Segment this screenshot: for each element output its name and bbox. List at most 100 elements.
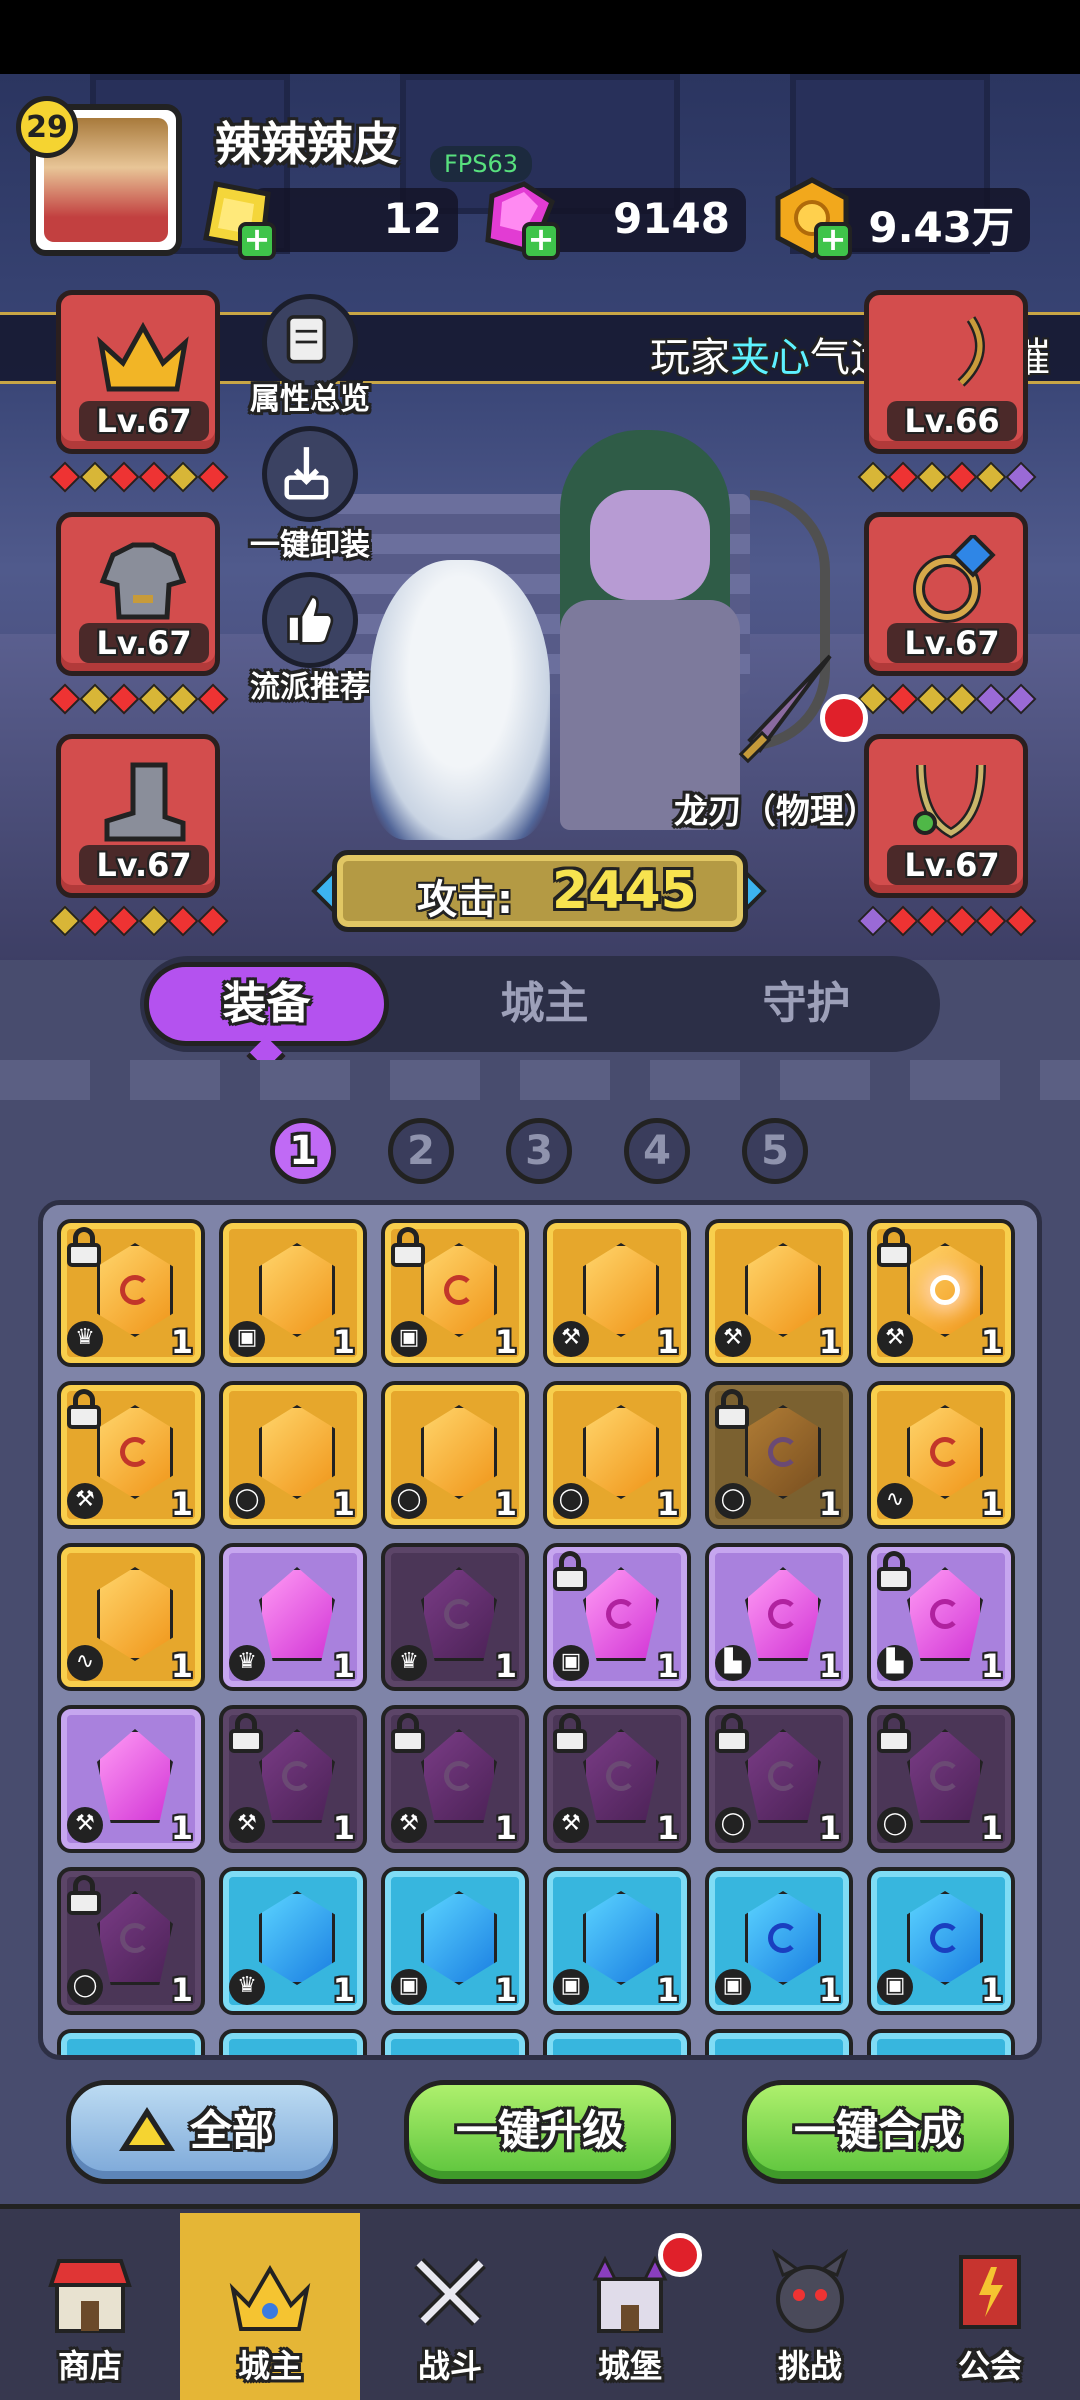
gem-cell[interactable]: ◯ 1 (705, 1381, 853, 1529)
star-dot (108, 461, 140, 493)
gem-cell[interactable]: ▣ 1 (381, 1867, 529, 2015)
gem-cell[interactable]: ⚒ 1 (705, 1219, 853, 1367)
gem-cell[interactable]: ⚒ 1 (543, 1219, 691, 1367)
star-dot (975, 461, 1007, 493)
filter-all-button[interactable]: 全部 (66, 2080, 338, 2184)
gem-cell[interactable] (381, 2029, 529, 2055)
gem-cell[interactable]: ⚒ 1 (57, 1381, 205, 1529)
page-1[interactable]: 1 (270, 1118, 336, 1184)
nav-lord[interactable]: 城主 (180, 2213, 360, 2400)
equip-slot-weapon[interactable]: Lv.66 (864, 290, 1028, 454)
gem-cell[interactable]: ⚒ 1 (381, 1705, 529, 1853)
tab-equipment[interactable]: 装备 (144, 962, 389, 1046)
nav-castle[interactable]: 城堡 (540, 2213, 720, 2400)
gem-icon (745, 1405, 821, 1499)
one-click-upgrade-button[interactable]: 一键升级 (404, 2080, 676, 2184)
gem-cell[interactable]: ♛ 1 (381, 1543, 529, 1691)
gem-cell[interactable]: ◯ 1 (705, 1705, 853, 1853)
gem-cell[interactable]: ▙ 1 (867, 1543, 1015, 1691)
gem-count: 1 (980, 1323, 1003, 1361)
slot-type-icon: ▣ (391, 1969, 427, 2005)
star-dot (916, 461, 948, 493)
gem-cell[interactable]: ⚒ 1 (219, 1705, 367, 1853)
add-coin-button[interactable]: + (814, 222, 852, 260)
gem-cell[interactable]: ♛ 1 (219, 1867, 367, 2015)
page-4[interactable]: 4 (624, 1118, 690, 1184)
gem-icon (907, 1405, 983, 1499)
gem-rune-icon (120, 1923, 150, 1953)
nav-battle[interactable]: 战斗 (360, 2213, 540, 2400)
gem-cell[interactable] (867, 2029, 1015, 2055)
gem-icon (421, 1729, 497, 1823)
gem-cell[interactable]: ◯ 1 (867, 1705, 1015, 1853)
nav-guild[interactable]: 公会 (900, 2213, 1080, 2400)
gem-cell[interactable]: ∿ 1 (57, 1543, 205, 1691)
gem-cell[interactable] (543, 2029, 691, 2055)
equip-slot-necklace[interactable]: Lv.67 (864, 734, 1028, 898)
gem-cell[interactable]: ▣ 1 (543, 1543, 691, 1691)
gem-cell[interactable]: ♛ 1 (219, 1543, 367, 1691)
gem-cell[interactable] (219, 2029, 367, 2055)
gem-cell[interactable]: ▣ 1 (381, 1219, 529, 1367)
tab-lord[interactable]: 城主 (422, 962, 667, 1046)
slot-stars (49, 461, 229, 493)
build-recommend-label: 流派推荐 (250, 670, 370, 705)
necklace-icon (913, 764, 986, 839)
equip-slot-armor[interactable]: Lv.67 (56, 512, 220, 676)
attack-label: 攻击: (417, 877, 513, 923)
add-ticket-button[interactable]: + (238, 222, 276, 260)
slot-type-icon: ⚒ (67, 1807, 103, 1843)
equip-slot-crown[interactable]: Lv.67 (56, 290, 220, 454)
star-dot (49, 683, 81, 715)
gem-cell[interactable]: ▣ 1 (219, 1219, 367, 1367)
one-click-merge-button[interactable]: 一键合成 (742, 2080, 1014, 2184)
star-dot (167, 461, 199, 493)
gem-count: 1 (494, 1647, 517, 1685)
slot-type-icon: ▣ (877, 1969, 913, 2005)
gem-count: 1 (332, 1485, 355, 1523)
gem-cell[interactable]: ◯ 1 (543, 1381, 691, 1529)
gem-count: 1 (332, 1971, 355, 2009)
gem-icon (907, 1567, 983, 1661)
equip-slot-ring[interactable]: Lv.67 (864, 512, 1028, 676)
tab-guard[interactable]: 守护 (684, 962, 929, 1046)
equip-slot-boots[interactable]: Lv.67 (56, 734, 220, 898)
gold-ticket-value: 12 (383, 194, 442, 243)
page-5[interactable]: 5 (742, 1118, 808, 1184)
gem-cell[interactable]: ⚒ 1 (867, 1219, 1015, 1367)
gem-cell[interactable] (705, 2029, 853, 2055)
gem-cell[interactable]: ◯ 1 (219, 1381, 367, 1529)
nav-challenge[interactable]: 挑战 (720, 2213, 900, 2400)
gem-cell[interactable]: ∿ 1 (867, 1381, 1015, 1529)
scroll-icon (286, 315, 327, 364)
slot-level: Lv.67 (79, 845, 209, 885)
gem-icon (745, 1729, 821, 1823)
download-icon (284, 447, 329, 500)
gem-cell[interactable]: ▣ 1 (705, 1867, 853, 2015)
gem-count: 1 (656, 1971, 679, 2009)
slot-type-icon: ⚒ (715, 1321, 751, 1357)
gem-cell[interactable]: ▣ 1 (543, 1867, 691, 2015)
gem-count: 1 (494, 1971, 517, 2009)
gem-count: 1 (332, 1647, 355, 1685)
tab-bar: 装备 城主 守护 (140, 956, 940, 1052)
gold-ticket-counter: 12 (250, 188, 458, 252)
nav-shop[interactable]: 商店 (0, 2213, 180, 2400)
page-2[interactable]: 2 (388, 1118, 454, 1184)
gem-cell[interactable]: ⚒ 1 (57, 1705, 205, 1853)
page-3[interactable]: 3 (506, 1118, 572, 1184)
add-gem-button[interactable]: + (522, 222, 560, 260)
gem-cell[interactable]: ◯ 1 (381, 1381, 529, 1529)
gem-cell[interactable]: ⚒ 1 (543, 1705, 691, 1853)
unequip-all-button[interactable] (262, 426, 358, 522)
gem-cell[interactable]: ▣ 1 (867, 1867, 1015, 2015)
build-recommend-button[interactable] (262, 572, 358, 668)
gem-cell[interactable] (57, 2029, 205, 2055)
unequip-all-label: 一键卸装 (250, 528, 370, 563)
gem-count: 1 (656, 1647, 679, 1685)
shop-icon (48, 2259, 132, 2333)
gem-cell[interactable]: ♛ 1 (57, 1219, 205, 1367)
slot-type-icon: ♛ (229, 1969, 265, 2005)
gem-cell[interactable]: ◯ 1 (57, 1867, 205, 2015)
gem-cell[interactable]: ▙ 1 (705, 1543, 853, 1691)
